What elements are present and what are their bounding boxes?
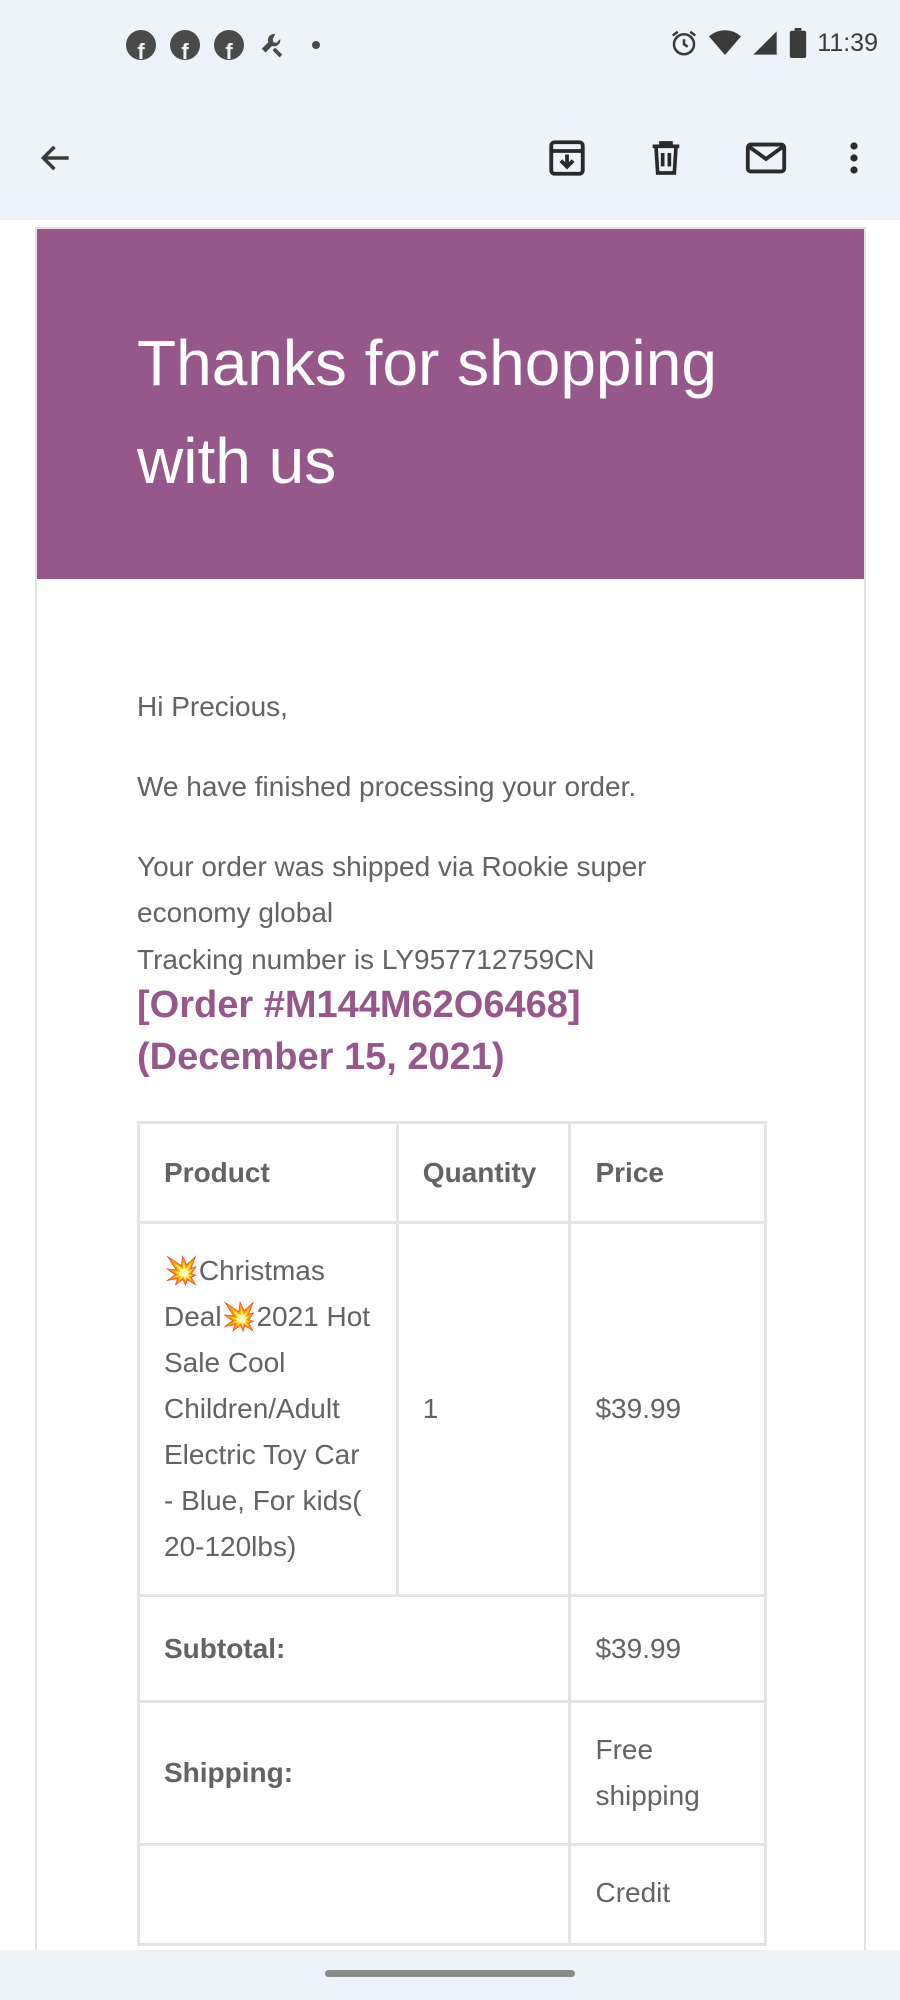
- order-heading[interactable]: [Order #M144M62O6468] (December 15, 2021…: [137, 979, 777, 1083]
- mark-unread-icon: [745, 142, 787, 174]
- mark-unread-button[interactable]: [736, 128, 796, 188]
- payment-label: [136, 1843, 572, 1946]
- tools-icon: [261, 33, 283, 58]
- subtotal-row: Subtotal: $39.99: [136, 1594, 767, 1703]
- quantity-header: Quantity: [395, 1121, 572, 1224]
- table-header-row: Product Quantity Price: [137, 1121, 767, 1224]
- system-icons: 11:39: [669, 28, 878, 58]
- subtotal-label: Subtotal:: [136, 1594, 572, 1703]
- signal-icon: [753, 31, 777, 55]
- battery-icon: [790, 28, 807, 58]
- shipping-label: Shipping:: [136, 1700, 572, 1846]
- clock: 11:39: [817, 28, 878, 57]
- home-handle[interactable]: [325, 1970, 575, 1977]
- subtotal-value: $39.99: [568, 1594, 767, 1703]
- more-vert-icon: [850, 142, 858, 174]
- archive-icon: [549, 140, 585, 176]
- email-body[interactable]: Thanks for shopping with us Hi Precious,…: [0, 220, 900, 1950]
- notification-icons: f f f: [126, 30, 320, 60]
- gesture-nav-bar: [0, 1950, 900, 2000]
- delete-button[interactable]: [636, 128, 696, 188]
- facebook-icon: f: [214, 30, 244, 60]
- back-arrow-icon: [40, 145, 69, 171]
- order-table: Product Quantity Price 💥Christmas Deal💥2…: [136, 1121, 767, 1946]
- payment-value: Credit: [568, 1843, 767, 1946]
- delete-icon: [652, 141, 680, 175]
- greeting: Hi Precious,: [137, 691, 288, 722]
- payment-row: Credit: [136, 1843, 767, 1946]
- product-name: 💥Christmas Deal💥2021 Hot Sale Cool Child…: [137, 1221, 399, 1597]
- app-bar: [0, 96, 900, 220]
- shipping-method: Your order was shipped via Rookie super …: [137, 851, 647, 928]
- wifi-icon: [709, 30, 742, 55]
- archive-button[interactable]: [537, 128, 597, 188]
- email-header: Thanks for shopping with us: [37, 229, 864, 579]
- product-header: Product: [137, 1121, 399, 1224]
- table-row: 💥Christmas Deal💥2021 Hot Sale Cool Child…: [137, 1221, 767, 1597]
- price-header: Price: [568, 1121, 767, 1224]
- facebook-icon: f: [170, 30, 200, 60]
- facebook-icon: f: [126, 30, 156, 60]
- more-options-button[interactable]: [824, 128, 884, 188]
- header-title: Thanks for shopping with us: [137, 327, 717, 497]
- shipping-row: Shipping: Free shipping: [136, 1700, 767, 1846]
- product-quantity: 1: [395, 1221, 572, 1597]
- status-bar: f f f 11:39: [0, 0, 900, 96]
- tracking-number: Tracking number is LY957712759CN: [137, 944, 595, 975]
- email-card: Thanks for shopping with us Hi Precious,…: [35, 227, 866, 1950]
- alarm-icon: [672, 30, 697, 56]
- processed-message: We have finished processing your order.: [137, 771, 637, 802]
- back-button[interactable]: [26, 128, 86, 188]
- dot-icon: [312, 41, 320, 49]
- product-price: $39.99: [568, 1221, 767, 1597]
- shipping-value: Free shipping: [568, 1700, 767, 1846]
